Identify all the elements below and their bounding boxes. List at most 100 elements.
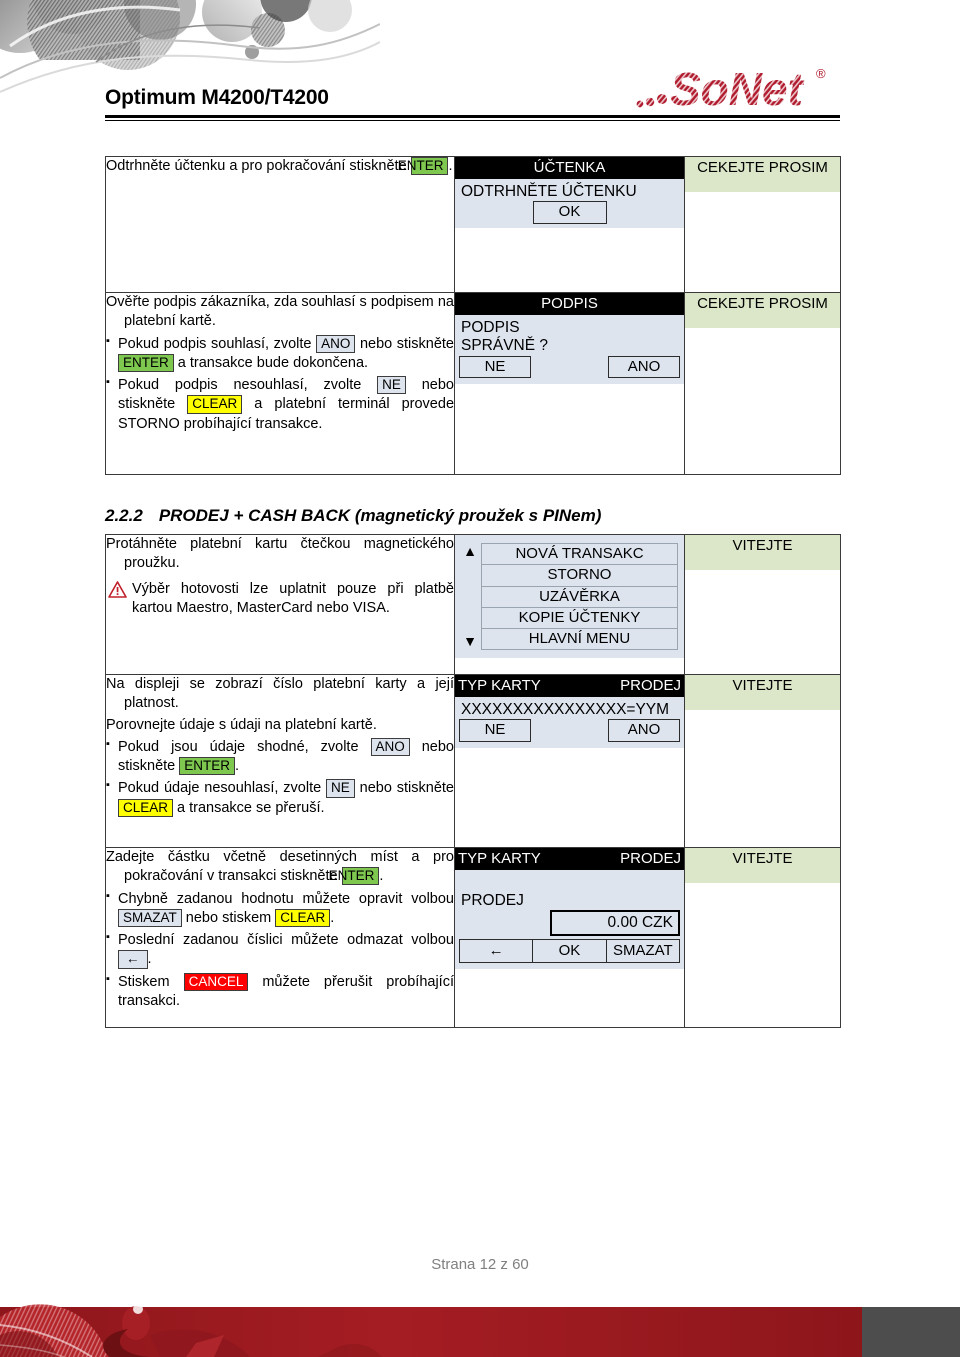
row-description-cell: Protáhněte platební kartu čtečkou magnet… bbox=[105, 534, 455, 675]
terminal-state-cell: VITEJTE bbox=[684, 847, 841, 1028]
screen-title-bar: TYP KARTY PRODEJ bbox=[455, 675, 684, 697]
screen-body: XXXXXXXXXXXXXXXX=YYM bbox=[455, 697, 684, 719]
no-button[interactable]: NE bbox=[459, 719, 531, 743]
table-row: Zadejte částku včetně desetinných míst a… bbox=[105, 847, 841, 1028]
section-title: PRODEJ + CASH BACK (magnetický proužek s… bbox=[158, 506, 602, 525]
key-clear[interactable]: CLEAR bbox=[275, 908, 331, 928]
menu-item-uzaverka[interactable]: UZÁVĚRKA bbox=[481, 585, 678, 607]
bullet-text: Poslední zadanou číslici můžete odmazat … bbox=[118, 932, 454, 949]
terminal-state-cell: VITEJTE bbox=[684, 534, 841, 675]
menu-list: NOVÁ TRANSAKC STORNO UZÁVĚRKA KOPIE ÚČTE… bbox=[481, 543, 678, 651]
row-description-cell: Odtrhněte účtenku a pro pokračování stis… bbox=[105, 156, 455, 293]
status-badge: VITEJTE bbox=[685, 675, 840, 710]
terminal-screen: TYP KARTY PRODEJ PRODEJ 0.00 CZK ← OK SM… bbox=[455, 848, 684, 969]
menu-item-nova-transakce[interactable]: NOVÁ TRANSAKC bbox=[481, 543, 678, 565]
ok-button[interactable]: OK bbox=[532, 201, 607, 225]
screen-title-left: TYP KARTY bbox=[458, 850, 541, 867]
key-backspace-arrow-icon[interactable]: ← bbox=[118, 950, 148, 969]
bullet-text: Pokud podpis nesouhlasí, zvolte bbox=[118, 377, 378, 394]
screen-title-bar: TYP KARTY PRODEJ bbox=[455, 848, 684, 870]
key-enter[interactable]: ENTER bbox=[398, 157, 449, 176]
instruction-text: Ověřte podpis zákazníka, zda souhlasí s … bbox=[106, 294, 454, 330]
screen-button-row: NE ANO bbox=[455, 719, 684, 748]
transaction-type-line: PRODEJ bbox=[461, 892, 524, 909]
menu-item-storno[interactable]: STORNO bbox=[481, 564, 678, 586]
bullet-text: nebo stiskněte bbox=[354, 780, 454, 797]
table-row: Na displeji se zobrazí číslo platební ka… bbox=[105, 674, 841, 848]
screen-button-row: NE ANO bbox=[455, 355, 684, 385]
key-ano[interactable]: ANO bbox=[316, 334, 356, 353]
instruction-lead: Zadejte částku včetně desetinných míst a… bbox=[106, 849, 454, 885]
menu-item-hlavni-menu[interactable]: HLAVNÍ MENU bbox=[481, 628, 678, 651]
bullet-text: Stiskem bbox=[118, 973, 184, 990]
instruction-tail: . bbox=[448, 158, 453, 174]
screen-title-bar: ÚČTENKA bbox=[455, 157, 684, 179]
instruction-text: Na displeji se zobrazí číslo platební ka… bbox=[106, 676, 454, 712]
row-description-cell: Na displeji se zobrazí číslo platební ka… bbox=[105, 674, 455, 848]
ok-button[interactable]: OK bbox=[533, 940, 607, 962]
sonet-logo: SoNet ® bbox=[630, 58, 840, 120]
terminal-display-cell: TYP KARTY PRODEJ XXXXXXXXXXXXXXXX=YYM NE… bbox=[454, 674, 685, 848]
instruction-text: Zadejte částku včetně desetinných míst a… bbox=[106, 848, 454, 887]
bullet-text: . bbox=[235, 758, 240, 775]
terminal-display-cell: PODPIS PODPIS SPRÁVNĚ ? NE ANO bbox=[454, 292, 685, 475]
key-ano[interactable]: ANO bbox=[370, 737, 410, 757]
instruction-text-2: Porovnejte údaje s údaji na platební kar… bbox=[106, 716, 377, 733]
bullet-text: nebo stiskněte bbox=[355, 335, 454, 352]
yes-button[interactable]: ANO bbox=[608, 355, 680, 379]
key-cancel[interactable]: CANCEL bbox=[183, 972, 249, 991]
key-clear[interactable]: CLEAR bbox=[118, 798, 174, 817]
terminal-state-cell: CEKEJTE PROSIM bbox=[684, 292, 841, 475]
bullet-text: Pokud podpis souhlasí, zvolte bbox=[118, 335, 317, 352]
bullet-text: Chybně zadanou hodnotu můžete opravit vo… bbox=[118, 890, 454, 907]
status-badge: VITEJTE bbox=[685, 535, 840, 570]
key-enter[interactable]: ENTER bbox=[118, 353, 174, 373]
card-number-line: XXXXXXXXXXXXXXXX=YYM bbox=[461, 701, 670, 718]
key-smazat[interactable]: SMAZAT bbox=[118, 908, 182, 928]
terminal-screen: PODPIS PODPIS SPRÁVNĚ ? NE ANO bbox=[455, 293, 684, 385]
bullet-text: Pokud údaje nesouhlasí, zvolte bbox=[118, 780, 327, 797]
row-description-cell: Ověřte podpis zákazníka, zda souhlasí s … bbox=[105, 292, 455, 475]
terminal-display-cell: ▲ ▼ NOVÁ TRANSAKC STORNO UZÁVĚRKA KOPIE … bbox=[454, 534, 685, 675]
key-enter[interactable]: ENTER bbox=[329, 867, 380, 886]
bullet-text: a transakce bude dokončena. bbox=[173, 354, 369, 371]
screen-line: SPRÁVNĚ ? bbox=[461, 337, 549, 355]
footer-decoration-band bbox=[0, 1295, 960, 1357]
bullet-item: Pokud podpis souhlasí, zvolte ANO nebo s… bbox=[106, 334, 454, 374]
table-row: Odtrhněte účtenku a pro pokračování stis… bbox=[105, 156, 841, 293]
key-clear[interactable]: CLEAR bbox=[187, 395, 243, 414]
instruction-tail: . bbox=[379, 868, 384, 885]
bullet-item: Pokud jsou údaje shodné, zvolte ANO nebo… bbox=[106, 737, 454, 777]
section-number: 2.2.2 bbox=[105, 506, 143, 525]
bullet-text: . bbox=[330, 909, 335, 926]
warning-triangle-icon bbox=[108, 580, 127, 598]
amount-value-field[interactable]: 0.00 CZK bbox=[550, 910, 680, 937]
key-enter[interactable]: ENTER bbox=[179, 757, 236, 776]
key-ne[interactable]: NE bbox=[326, 779, 355, 798]
bullet-item: Pokud údaje nesouhlasí, zvolte NE nebo s… bbox=[106, 778, 454, 818]
section-heading: 2.2.2 PRODEJ + CASH BACK (magnetický prou… bbox=[105, 506, 840, 526]
screen-line: PODPIS bbox=[461, 319, 520, 336]
bullet-text: a transakce se přeruší. bbox=[173, 799, 325, 816]
instruction-text: Protáhněte platební kartu čtečkou magnet… bbox=[106, 536, 454, 572]
terminal-menu-screen: ▲ ▼ NOVÁ TRANSAKC STORNO UZÁVĚRKA KOPIE … bbox=[455, 535, 684, 659]
scroll-down-icon[interactable]: ▼ bbox=[463, 634, 477, 648]
no-button[interactable]: NE bbox=[459, 355, 531, 379]
instruction-text: Odtrhněte účtenku a pro pokračování stis… bbox=[106, 157, 454, 176]
terminal-display-cell: TYP KARTY PRODEJ PRODEJ 0.00 CZK ← OK SM… bbox=[454, 847, 685, 1028]
terminal-screen: TYP KARTY PRODEJ XXXXXXXXXXXXXXXX=YYM NE… bbox=[455, 675, 684, 749]
yes-button[interactable]: ANO bbox=[608, 719, 680, 743]
key-ne[interactable]: NE bbox=[377, 376, 406, 395]
table-row: Protáhněte platební kartu čtečkou magnet… bbox=[105, 534, 841, 675]
bullet-text: . bbox=[147, 951, 152, 968]
table-row: Ověřte podpis zákazníka, zda souhlasí s … bbox=[105, 292, 841, 475]
backspace-button-icon[interactable]: ← bbox=[460, 940, 534, 962]
screen-title: PODPIS bbox=[541, 295, 598, 312]
screen-title: ÚČTENKA bbox=[533, 159, 606, 176]
bullet-item: Pokud podpis nesouhlasí, zvolte NE nebo … bbox=[106, 375, 454, 434]
screen-title-right: PRODEJ bbox=[620, 677, 681, 694]
smazat-button[interactable]: SMAZAT bbox=[606, 940, 679, 962]
svg-text:SoNet: SoNet bbox=[670, 63, 805, 115]
scroll-up-icon[interactable]: ▲ bbox=[463, 544, 477, 558]
menu-item-kopie-uctenky[interactable]: KOPIE ÚČTENKY bbox=[481, 606, 678, 629]
